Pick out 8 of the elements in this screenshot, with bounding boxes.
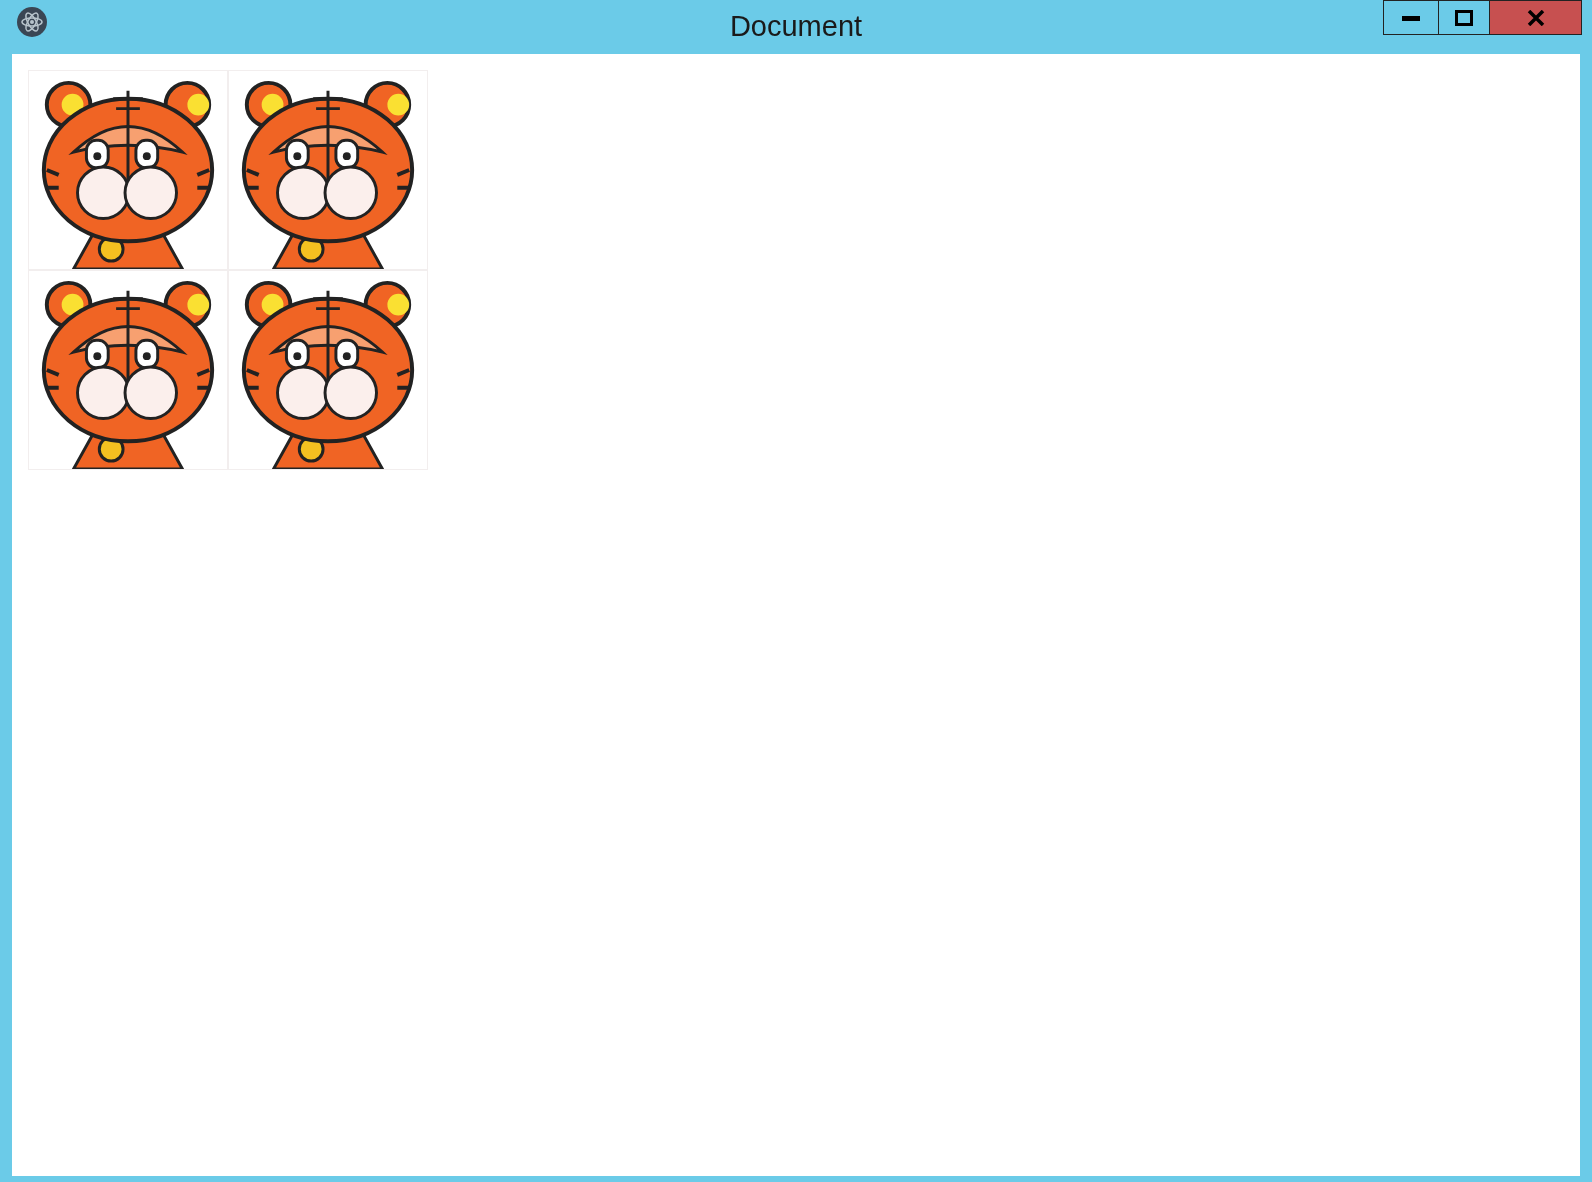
close-icon xyxy=(1526,9,1545,26)
close-button[interactable] xyxy=(1490,0,1582,35)
minimize-button[interactable] xyxy=(1383,0,1439,35)
minimize-icon xyxy=(1402,14,1420,21)
maximize-icon xyxy=(1455,9,1473,26)
maximize-button[interactable] xyxy=(1439,0,1490,35)
window-title: Document xyxy=(729,9,863,44)
app-icon xyxy=(16,6,48,38)
